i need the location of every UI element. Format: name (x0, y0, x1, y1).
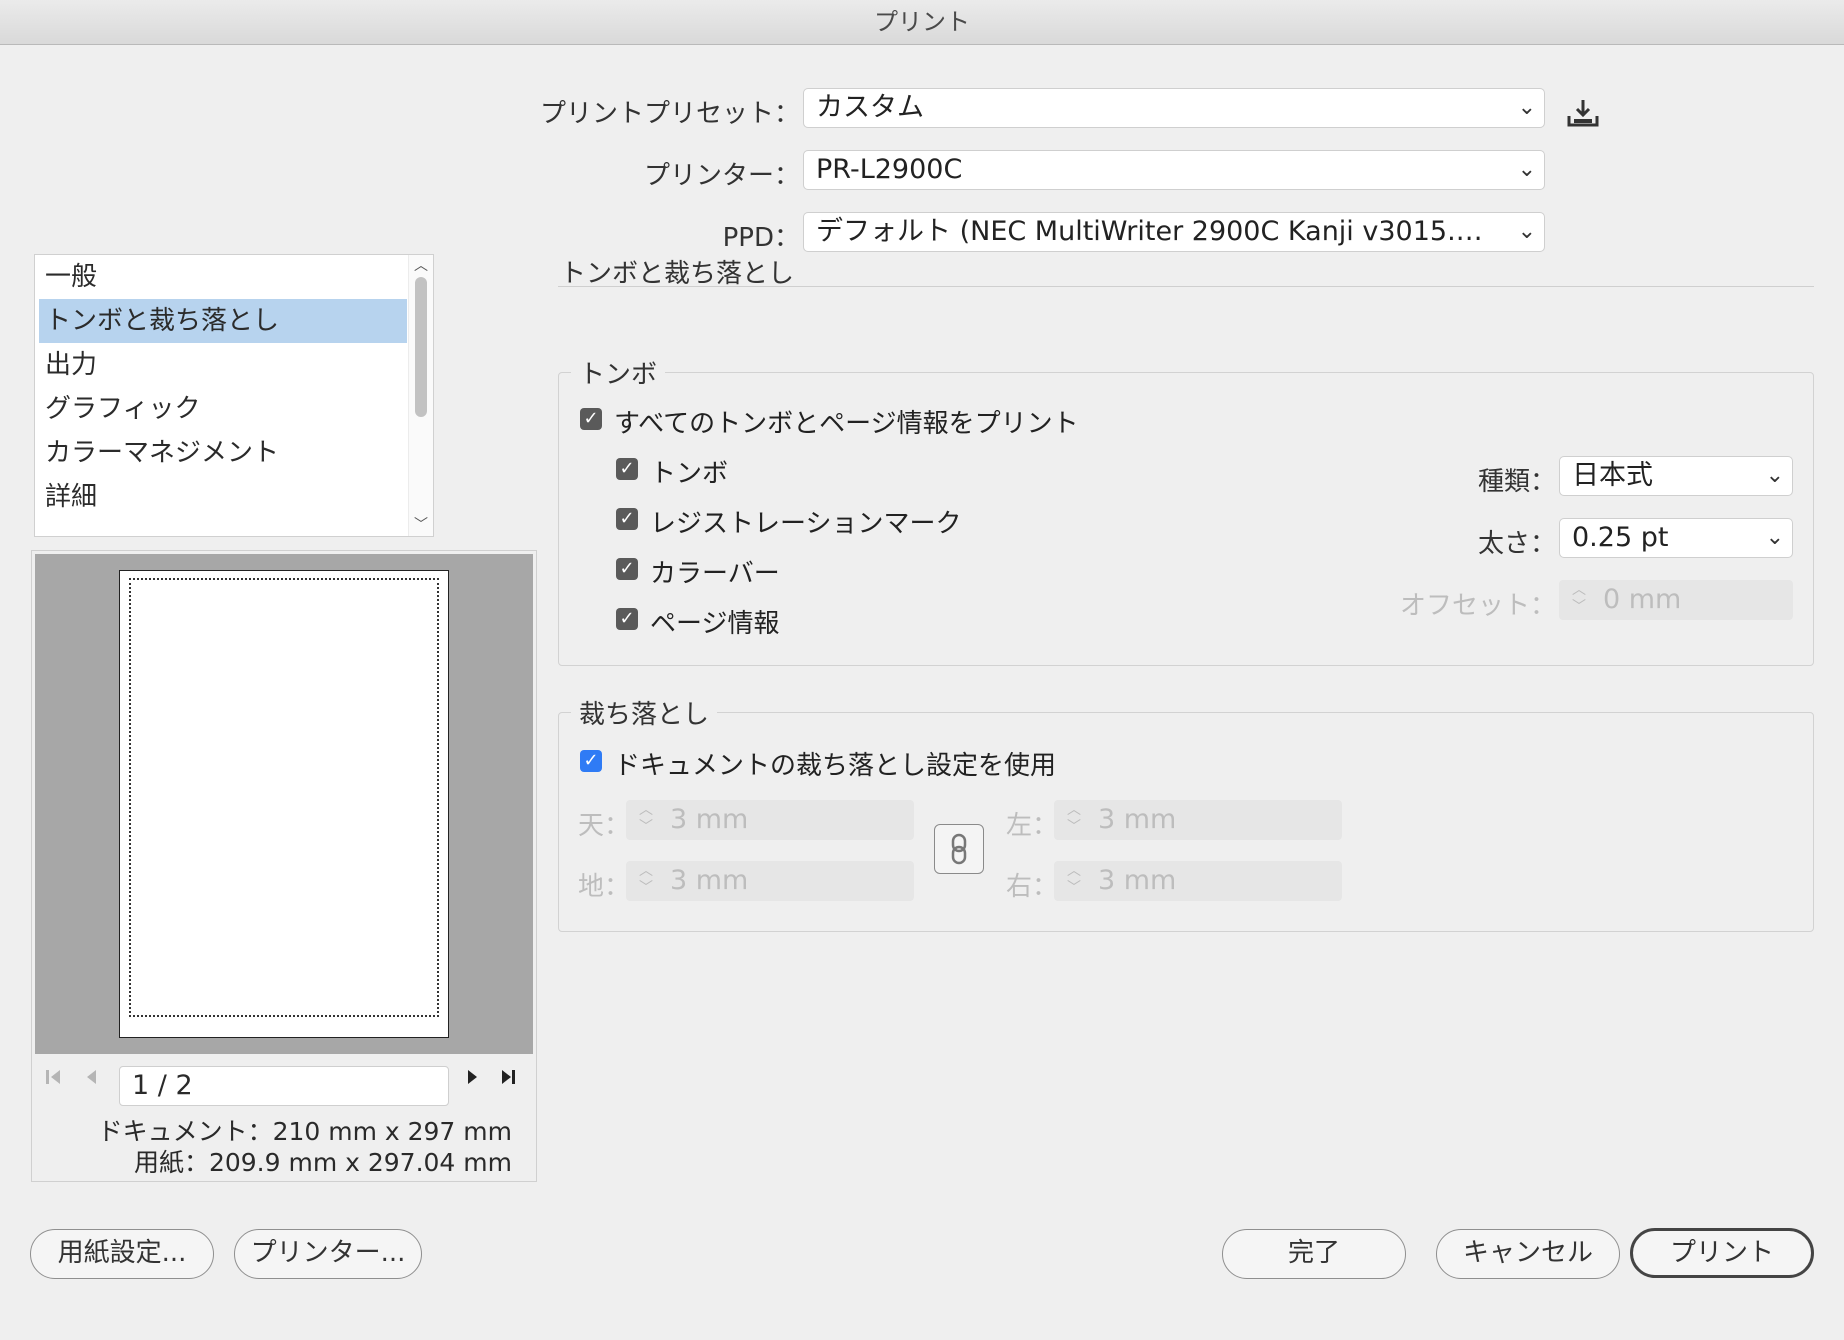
window-title: プリント (0, 0, 1844, 45)
last-page-icon[interactable] (498, 1066, 518, 1094)
ppd-select[interactable]: デフォルト (NEC MultiWriter 2900C Kanji v3015… (803, 212, 1545, 252)
section-divider (558, 286, 1814, 287)
chevron-down-icon: ⌄ (1517, 157, 1536, 182)
category-item-color-management[interactable]: カラーマネジメント (35, 431, 433, 475)
stepper-arrows-icon[interactable]: ︿ ﹀ (1062, 863, 1086, 897)
category-item-general[interactable]: 一般 (35, 255, 433, 299)
mark-weight-select[interactable]: 0.25 pt ⌄ (1559, 518, 1793, 558)
all-marks-checkbox[interactable]: ✓ (580, 408, 602, 430)
chevron-down-icon[interactable]: ﹀ (409, 514, 433, 534)
offset-label: オフセット： (1399, 591, 1556, 621)
preset-value: カスタム (816, 92, 924, 123)
stepper-arrows-icon[interactable]: ︿ ﹀ (634, 802, 658, 836)
printer-value: PR-L2900C (816, 154, 963, 185)
bleed-right-label: 右： (1006, 872, 1059, 902)
bleed-bottom-label: 地： (578, 872, 631, 902)
bleed-left-value: 3 mm (1098, 804, 1177, 835)
registration-marks-label: レジストレーションマーク (650, 509, 962, 539)
ppd-label: PPD： (722, 223, 800, 253)
crop-marks-checkbox[interactable]: ✓ (616, 458, 638, 480)
category-list[interactable]: 一般 トンボと裁ち落とし 出力 グラフィック カラーマネジメント 詳細 ︿ ﹀ (34, 254, 434, 537)
category-scrollbar[interactable]: ︿ ﹀ (408, 255, 433, 536)
preview-area (35, 554, 533, 1054)
mark-type-value: 日本式 (1572, 460, 1653, 491)
stepper-arrows-icon[interactable]: ︿ ﹀ (1567, 582, 1591, 616)
page-setup-button[interactable]: 用紙設定... (30, 1229, 214, 1279)
save-preset-icon[interactable] (1566, 98, 1600, 128)
category-item-graphics[interactable]: グラフィック (35, 387, 433, 431)
scroll-thumb[interactable] (415, 277, 427, 417)
done-button[interactable]: 完了 (1222, 1229, 1406, 1279)
crop-marks-label: トンボ (650, 459, 729, 489)
page-thumbnail (119, 570, 449, 1038)
prev-page-icon[interactable] (82, 1066, 102, 1094)
marks-group-title: トンボ (571, 354, 666, 391)
color-bars-checkbox[interactable]: ✓ (616, 558, 638, 580)
mark-weight-value: 0.25 pt (1572, 522, 1669, 553)
page-info-checkbox[interactable]: ✓ (616, 608, 638, 630)
bleed-top-label: 天： (578, 811, 631, 841)
bleed-left-stepper[interactable]: ︿ ﹀ 3 mm (1054, 800, 1342, 840)
next-page-icon[interactable] (462, 1066, 482, 1094)
preset-label: プリントプリセット： (539, 99, 800, 129)
color-bars-label: カラーバー (650, 559, 780, 589)
document-info: ドキュメント：210 mm x 297 mm 用紙：209.9 mm x 297… (32, 1116, 512, 1178)
page-number-field[interactable]: 1 / 2 (119, 1066, 449, 1106)
chevron-down-icon: ⌄ (1765, 463, 1784, 488)
printer-button[interactable]: プリンター... (234, 1229, 422, 1279)
mark-weight-label: 太さ： (1477, 529, 1556, 559)
bleed-group-title: 裁ち落とし (571, 694, 718, 731)
paper-size: 用紙：209.9 mm x 297.04 mm (133, 1148, 512, 1177)
use-document-bleed-checkbox[interactable]: ✓ (580, 750, 602, 772)
chevron-up-icon[interactable]: ︿ (409, 255, 433, 275)
first-page-icon[interactable] (44, 1066, 64, 1094)
registration-marks-checkbox[interactable]: ✓ (616, 508, 638, 530)
chain-link-button[interactable] (934, 824, 984, 874)
preset-select[interactable]: カスタム ⌄ (803, 88, 1545, 128)
document-size: ドキュメント：210 mm x 297 mm (97, 1117, 512, 1146)
chain-link-icon (951, 833, 967, 865)
print-button[interactable]: プリント (1630, 1228, 1814, 1278)
preview-panel: 1 / 2 ドキュメント：210 mm x 297 mm 用紙：209.9 mm… (31, 550, 537, 1182)
mark-type-label: 種類： (1477, 467, 1556, 497)
category-item-output[interactable]: 出力 (35, 343, 433, 387)
page-info-label: ページ情報 (650, 609, 780, 639)
printer-select[interactable]: PR-L2900C ⌄ (803, 150, 1545, 190)
chevron-down-icon: ⌄ (1765, 525, 1784, 550)
all-marks-label: すべてのトンボとページ情報をプリント (614, 409, 1079, 439)
stepper-arrows-icon[interactable]: ︿ ﹀ (1062, 802, 1086, 836)
chevron-down-icon: ⌄ (1517, 95, 1536, 120)
offset-stepper[interactable]: ︿ ﹀ 0 mm (1559, 580, 1793, 620)
section-title: トンボと裁ち落とし (560, 259, 795, 289)
offset-value: 0 mm (1603, 584, 1682, 615)
bleed-right-stepper[interactable]: ︿ ﹀ 3 mm (1054, 861, 1342, 901)
category-item-advanced[interactable]: 詳細 (35, 475, 433, 519)
bleed-top-stepper[interactable]: ︿ ﹀ 3 mm (626, 800, 914, 840)
stepper-arrows-icon[interactable]: ︿ ﹀ (634, 863, 658, 897)
cancel-button[interactable]: キャンセル (1436, 1229, 1620, 1279)
bleed-right-value: 3 mm (1098, 865, 1177, 896)
category-item-marks-bleed[interactable]: トンボと裁ち落とし (39, 299, 407, 343)
bleed-top-value: 3 mm (670, 804, 749, 835)
mark-type-select[interactable]: 日本式 ⌄ (1559, 456, 1793, 496)
use-document-bleed-label: ドキュメントの裁ち落とし設定を使用 (614, 751, 1057, 781)
bleed-bottom-value: 3 mm (670, 865, 749, 896)
imageable-area (129, 578, 439, 1017)
chevron-down-icon: ⌄ (1517, 219, 1536, 244)
ppd-value: デフォルト (NEC MultiWriter 2900C Kanji v3015… (816, 216, 1494, 247)
bleed-bottom-stepper[interactable]: ︿ ﹀ 3 mm (626, 861, 914, 901)
bleed-left-label: 左： (1006, 811, 1059, 841)
printer-label: プリンター： (643, 161, 800, 191)
